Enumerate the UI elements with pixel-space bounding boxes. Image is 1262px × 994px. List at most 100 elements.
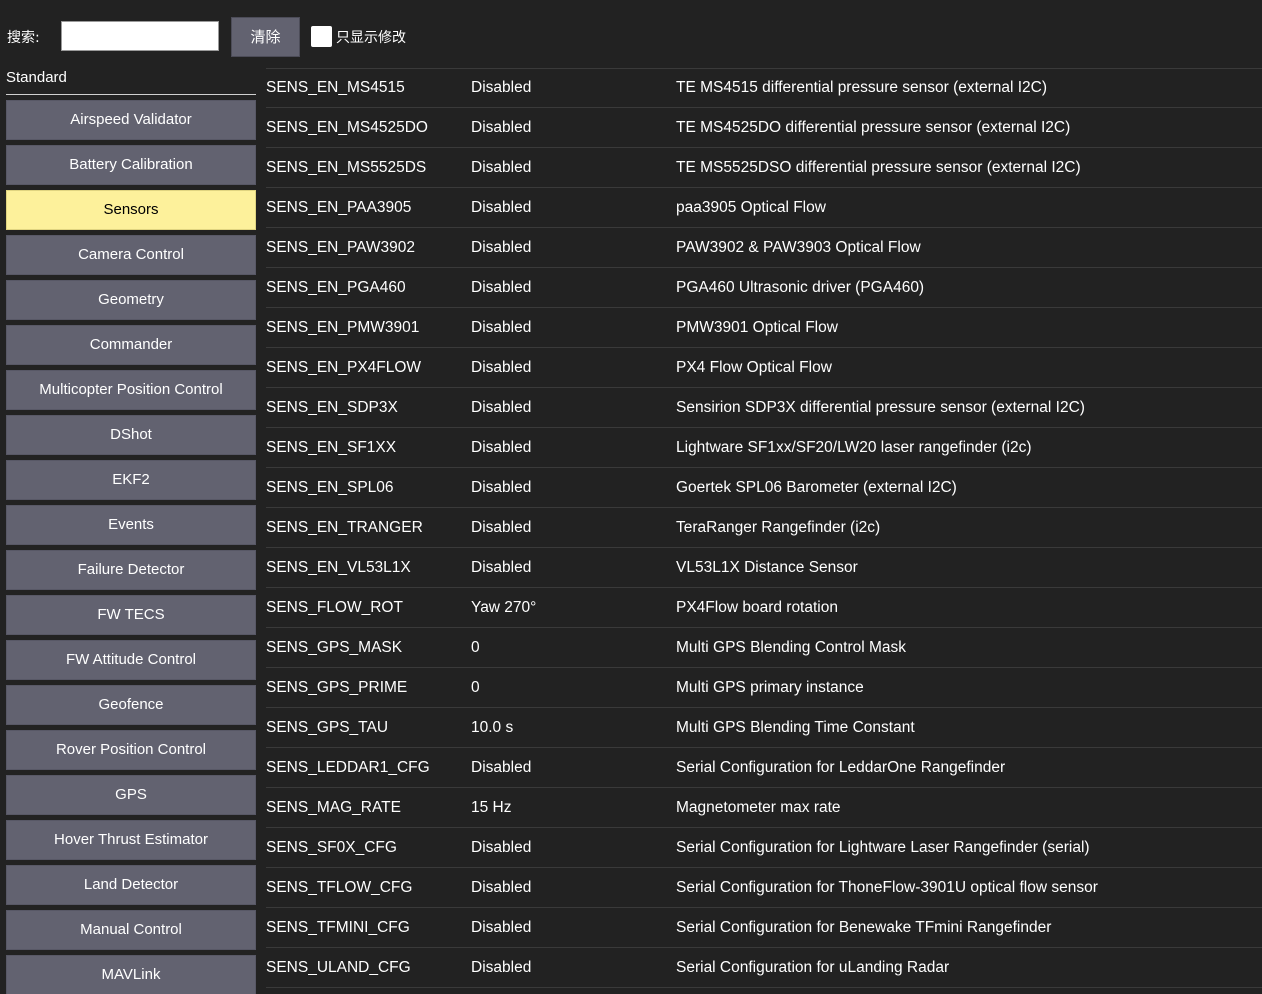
param-description: PGA460 Ultrasonic driver (PGA460) [676, 279, 925, 296]
table-row[interactable]: SENS_EN_PX4FLOW Disabled PX4 Flow Optical … [266, 348, 1262, 388]
param-description: Multi GPS Blending Control Mask [676, 639, 907, 656]
sidebar-item-rover-position-control[interactable]: Rover Position Control [6, 730, 256, 770]
param-value: 15 Hz [471, 799, 512, 816]
param-description: PX4 Flow Optical Flow [676, 359, 832, 376]
param-description: TE MS5525DSO differential pressure senso… [676, 159, 1081, 176]
param-name: SENS_EN_SF1XX [266, 439, 397, 456]
table-row[interactable]: SENS_EN_PAA3905 Disabled paa3905 Optical F… [266, 188, 1262, 228]
sidebar-item-airspeed-validator[interactable]: Airspeed Validator [6, 100, 256, 140]
param-name: SENS_EN_TRANGER [266, 519, 423, 536]
sidebar-item-fw-tecs[interactable]: FW TECS [6, 595, 256, 635]
param-name: SENS_EN_PAA3905 [266, 199, 412, 216]
param-name: SENS_EN_MS4525DO [266, 119, 428, 136]
sidebar-list: Airspeed Validator Battery Calibration Sen… [6, 100, 256, 994]
param-value: Disabled [471, 479, 532, 496]
param-value: Disabled [471, 919, 532, 936]
param-value: Disabled [471, 359, 532, 376]
param-value: Disabled [471, 759, 532, 776]
param-value: Disabled [471, 279, 532, 296]
param-name: SENS_FLOW_ROT [266, 599, 403, 616]
param-description: PMW3901 Optical Flow [676, 319, 838, 336]
table-row[interactable]: SENS_GPS_PRIME 0 Multi GPS primary instanc… [266, 668, 1262, 708]
sidebar-item-sensors[interactable]: Sensors [6, 190, 256, 230]
table-row-partial [266, 48, 1262, 69]
sidebar-item-geofence[interactable]: Geofence [6, 685, 256, 725]
modified-only-checkbox[interactable] [311, 26, 332, 47]
param-name: SENS_GPS_PRIME [266, 679, 408, 696]
table-row[interactable]: SENS_EN_SPL06 Disabled Goertek SPL06 Barom… [266, 468, 1262, 508]
param-description: VL53L1X Distance Sensor [676, 559, 858, 576]
sidebar: Standard Airspeed Validator Battery Calib… [0, 62, 262, 994]
sidebar-item-gps[interactable]: GPS [6, 775, 256, 815]
param-value: Disabled [471, 519, 532, 536]
sidebar-item-events[interactable]: Events [6, 505, 256, 545]
parameter-table[interactable]: SENS_EN_MS4515 Disabled TE MS4515 differen… [262, 48, 1262, 994]
sidebar-item-manual-control[interactable]: Manual Control [6, 910, 256, 950]
param-description: Magnetometer max rate [676, 799, 841, 816]
param-value: Disabled [471, 199, 532, 216]
param-name: SENS_GPS_MASK [266, 639, 403, 656]
param-description: TeraRanger Rangefinder (i2c) [676, 519, 881, 536]
sidebar-item-camera-control[interactable]: Camera Control [6, 235, 256, 275]
table-row[interactable]: SENS_EN_SF1XX Disabled Lightware SF1xx/SF2… [266, 428, 1262, 468]
param-name: SENS_EN_VL53L1X [266, 559, 411, 576]
sidebar-item-geometry[interactable]: Geometry [6, 280, 256, 320]
sidebar-item-battery-calibration[interactable]: Battery Calibration [6, 145, 256, 185]
table-row[interactable]: SENS_TFLOW_CFG Disabled Serial Configurati… [266, 868, 1262, 908]
table-row[interactable]: SENS_EN_VL53L1X Disabled VL53L1X Distance … [266, 548, 1262, 588]
param-value: Disabled [471, 559, 532, 576]
param-value: Disabled [471, 319, 532, 336]
param-name: SENS_EN_PMW3901 [266, 319, 420, 336]
table-row[interactable]: SENS_EN_MS4515 Disabled TE MS4515 differen… [266, 68, 1262, 108]
table-row[interactable]: SENS_EN_PGA460 Disabled PGA460 Ultrasonic … [266, 268, 1262, 308]
param-name: SENS_EN_MS5525DS [266, 159, 427, 176]
sidebar-item-ekf2[interactable]: EKF2 [6, 460, 256, 500]
sidebar-item-commander[interactable]: Commander [6, 325, 256, 365]
sidebar-item-dshot[interactable]: DShot [6, 415, 256, 455]
table-row[interactable]: SENS_EN_PAW3902 Disabled PAW3902 & PAW3903… [266, 228, 1262, 268]
table-row[interactable]: SENS_GPS_MASK 0 Multi GPS Blending Control… [266, 628, 1262, 668]
table-row[interactable]: SENS_SF0X_CFG Disabled Serial Configuratio… [266, 828, 1262, 868]
table-row[interactable]: SENS_EN_PMW3901 Disabled PMW3901 Optical F… [266, 308, 1262, 348]
sidebar-item-mavlink[interactable]: MAVLink [6, 955, 256, 994]
table-row[interactable]: SENS_GPS_TAU 10.0 s Multi GPS Blending Tim… [266, 708, 1262, 748]
table-row[interactable]: SENS_FLOW_ROT Yaw 270° PX4Flow board rotat… [266, 588, 1262, 628]
param-value: Disabled [471, 239, 532, 256]
param-description: PAW3902 & PAW3903 Optical Flow [676, 239, 921, 256]
param-description: Serial Configuration for Benewake TFmini… [676, 919, 1052, 936]
param-value: Disabled [471, 159, 532, 176]
table-row[interactable]: SENS_MAG_RATE 15 Hz Magnetometer max rate [266, 788, 1262, 828]
search-input[interactable] [61, 21, 219, 51]
modified-only-label[interactable]: 只显示修改 [336, 28, 406, 48]
param-value: Disabled [471, 439, 532, 456]
sidebar-item-hover-thrust-estimator[interactable]: Hover Thrust Estimator [6, 820, 256, 860]
param-value: Disabled [471, 959, 532, 976]
param-name: SENS_EN_PGA460 [266, 279, 406, 296]
param-description: Multi GPS primary instance [676, 679, 864, 696]
sidebar-item-fw-attitude-control[interactable]: FW Attitude Control [6, 640, 256, 680]
sidebar-item-failure-detector[interactable]: Failure Detector [6, 550, 256, 590]
table-row[interactable]: SENS_EN_TRANGER Disabled TeraRanger Rangef… [266, 508, 1262, 548]
param-name: SENS_TFLOW_CFG [266, 879, 413, 896]
param-name: SENS_EN_SDP3X [266, 399, 398, 416]
param-value: Disabled [471, 839, 532, 856]
param-description: Serial Configuration for LeddarOne Range… [676, 759, 1006, 776]
table-row[interactable]: SENS_EN_MS5525DS Disabled TE MS5525DSO dif… [266, 148, 1262, 188]
table-row[interactable]: SENS_ULAND_CFG Disabled Serial Configurati… [266, 948, 1262, 988]
table-row[interactable]: SENS_EN_MS4525DO Disabled TE MS4525DO diff… [266, 108, 1262, 148]
table-row[interactable]: SENS_LEDDAR1_CFG Disabled Serial Configura… [266, 748, 1262, 788]
param-description: TE MS4515 differential pressure sensor (… [676, 79, 1048, 96]
table-row[interactable]: SENS_EN_SDP3X Disabled Sensirion SDP3X dif… [266, 388, 1262, 428]
param-name: SENS_TFMINI_CFG [266, 919, 410, 936]
param-value: 0 [471, 679, 480, 696]
sidebar-item-multicopter-position-control[interactable]: Multicopter Position Control [6, 370, 256, 410]
sidebar-item-land-detector[interactable]: Land Detector [6, 865, 256, 905]
param-description: Serial Configuration for uLanding Radar [676, 959, 950, 976]
param-description: Serial Configuration for Lightware Laser… [676, 839, 1090, 856]
param-description: paa3905 Optical Flow [676, 199, 826, 216]
parameter-rows: SENS_EN_MS4515 Disabled TE MS4515 differen… [266, 68, 1262, 988]
param-name: SENS_ULAND_CFG [266, 959, 411, 976]
param-name: SENS_EN_PAW3902 [266, 239, 416, 256]
table-row[interactable]: SENS_TFMINI_CFG Disabled Serial Configurat… [266, 908, 1262, 948]
param-name: SENS_EN_PX4FLOW [266, 359, 422, 376]
